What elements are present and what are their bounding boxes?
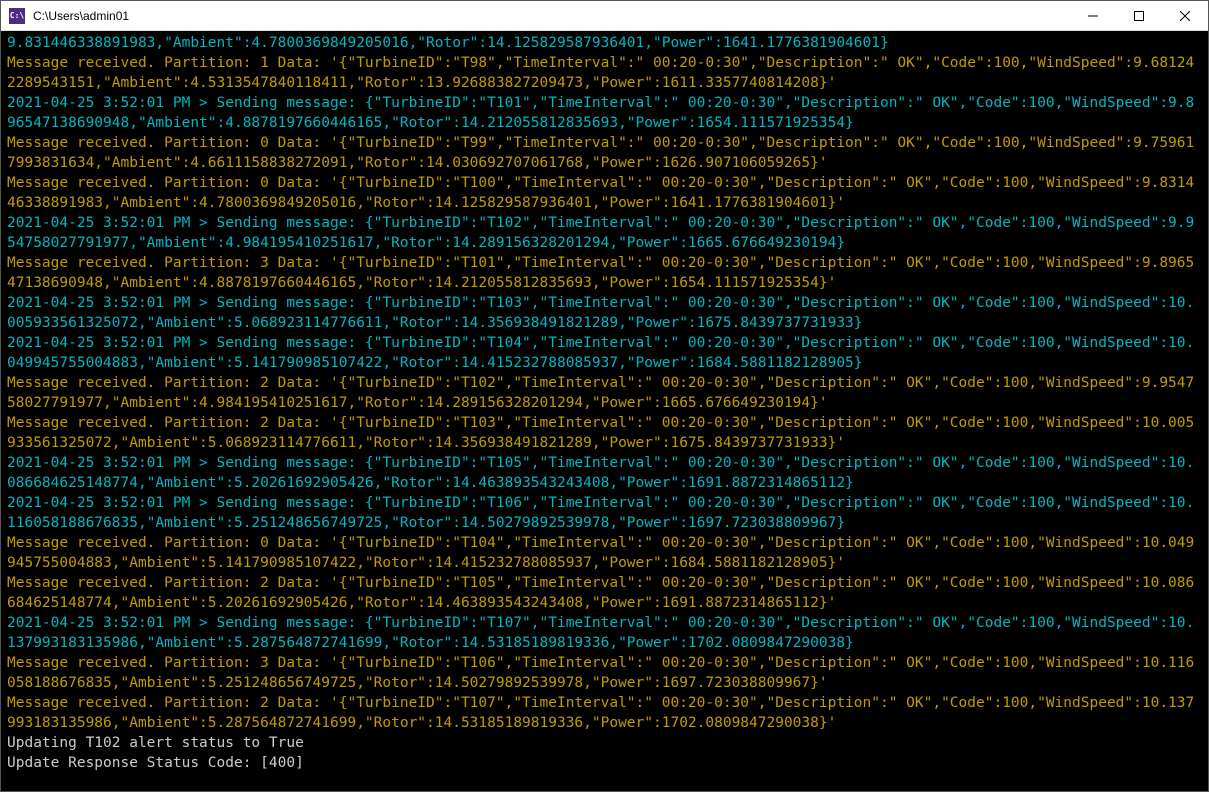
terminal-line: Message received. Partition: 2 Data: '{"…	[7, 573, 1202, 613]
terminal-output[interactable]: 9.831446338891983,"Ambient":4.7800369849…	[1, 31, 1208, 791]
minimize-icon	[1088, 11, 1098, 21]
terminal-line: Message received. Partition: 2 Data: '{"…	[7, 373, 1202, 413]
app-icon: C:\	[9, 8, 25, 24]
window-title: C:\Users\admin01	[33, 9, 1070, 23]
close-icon	[1180, 11, 1190, 21]
terminal-line: Message received. Partition: 1 Data: '{"…	[7, 53, 1202, 93]
terminal-line: Message received. Partition: 0 Data: '{"…	[7, 133, 1202, 173]
maximize-icon	[1134, 11, 1144, 21]
terminal-line: 2021-04-25 3:52:01 PM > Sending message:…	[7, 493, 1202, 533]
terminal-line: 2021-04-25 3:52:01 PM > Sending message:…	[7, 613, 1202, 653]
titlebar[interactable]: C:\ C:\Users\admin01	[1, 1, 1208, 31]
terminal-line: 9.831446338891983,"Ambient":4.7800369849…	[7, 33, 1202, 53]
terminal-line: 2021-04-25 3:52:01 PM > Sending message:…	[7, 213, 1202, 253]
close-button[interactable]	[1162, 1, 1208, 31]
terminal-line: Message received. Partition: 0 Data: '{"…	[7, 533, 1202, 573]
terminal-line: Message received. Partition: 3 Data: '{"…	[7, 253, 1202, 293]
terminal-line: Message received. Partition: 3 Data: '{"…	[7, 653, 1202, 693]
terminal-line: Message received. Partition: 2 Data: '{"…	[7, 693, 1202, 733]
window-frame: C:\ C:\Users\admin01 9.831446338891983,"…	[0, 0, 1209, 792]
terminal-line: 2021-04-25 3:52:01 PM > Sending message:…	[7, 453, 1202, 493]
maximize-button[interactable]	[1116, 1, 1162, 31]
terminal-line: 2021-04-25 3:52:01 PM > Sending message:…	[7, 93, 1202, 133]
terminal-line: Update Response Status Code: [400]	[7, 753, 1202, 773]
terminal-line: Message received. Partition: 2 Data: '{"…	[7, 413, 1202, 453]
minimize-button[interactable]	[1070, 1, 1116, 31]
terminal-line: 2021-04-25 3:52:01 PM > Sending message:…	[7, 333, 1202, 373]
terminal-line: 2021-04-25 3:52:01 PM > Sending message:…	[7, 293, 1202, 333]
window-controls	[1070, 1, 1208, 31]
terminal-line: Message received. Partition: 0 Data: '{"…	[7, 173, 1202, 213]
terminal-line: Updating T102 alert status to True	[7, 733, 1202, 753]
